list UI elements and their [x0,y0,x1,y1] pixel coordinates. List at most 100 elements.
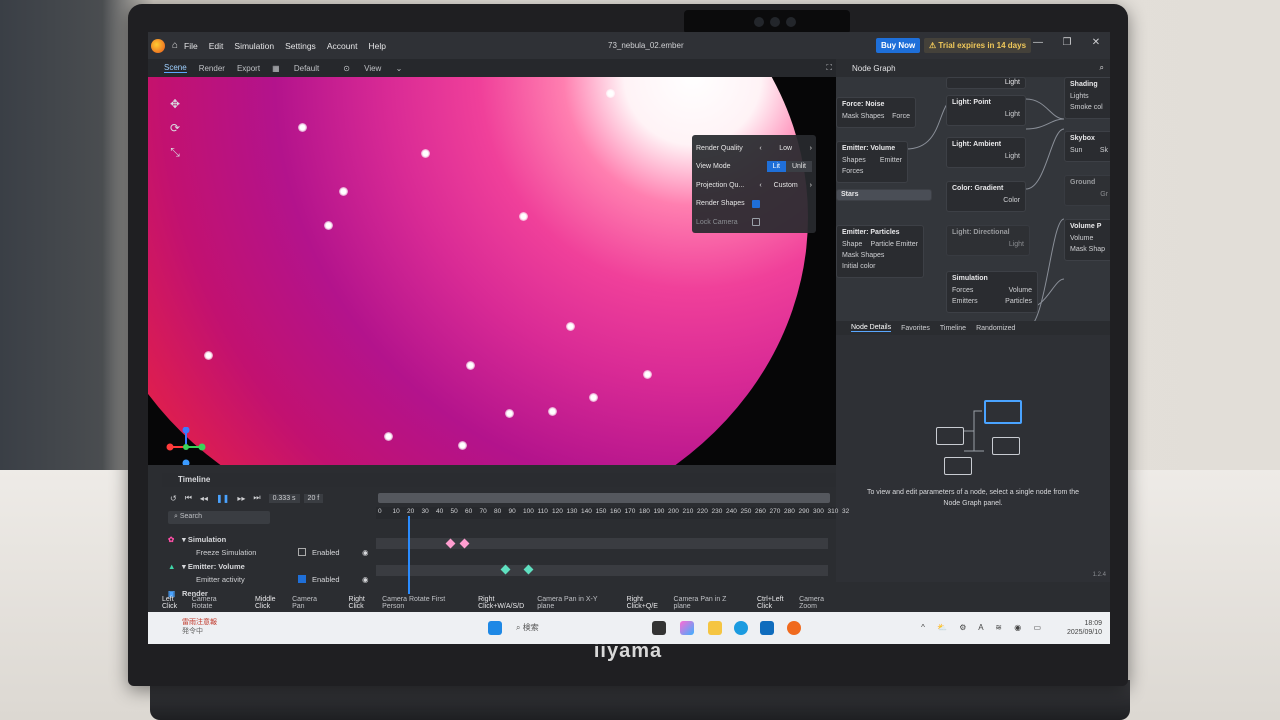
preset-dropdown[interactable]: ▦ Default [272,64,331,73]
node-port: Sk [1099,147,1108,154]
frame-field[interactable]: 20 f [303,493,324,503]
node-light-directional[interactable]: Light: Directional Light [946,225,1030,256]
eye-icon[interactable]: ◉ [362,548,369,557]
system-tray[interactable]: ^ ⛅ ⚙ A ≋ ◉ ▭ [921,623,1046,632]
node-port: Sun [1070,147,1083,154]
render-quality-stepper[interactable]: ‹ Low › [759,145,812,152]
file-explorer-icon[interactable] [708,621,722,635]
node-port: Mask Shapes [842,113,885,120]
node-color-gradient[interactable]: Color: Gradient Color [946,181,1026,212]
skip-back-icon[interactable]: ⏮ [185,493,192,503]
minimize-icon[interactable]: — [1030,37,1046,48]
view-dropdown[interactable]: ⊙ View ⌄ [343,64,414,73]
pause-icon[interactable]: ❚❚ [216,494,229,503]
node-graph-panel[interactable]: Node Graph ⌕ Force: Noise Mask Shapes For… [836,59,1110,321]
freeze-checkbox[interactable] [298,548,306,556]
loop-icon[interactable]: ↺ [170,494,177,503]
node-ground[interactable]: Ground Gr [1064,175,1110,206]
tab-favorites[interactable]: Favorites [901,325,930,332]
node-port: Shapes [842,157,866,164]
hint-key: Right Click+W/A/S/D [478,596,525,610]
ruler-tick: 30 [421,508,429,515]
tab-node-details[interactable]: Node Details [851,324,892,332]
view-mode-lit[interactable]: Lit [766,161,786,173]
tab-render[interactable]: Render [199,64,225,73]
copilot-icon[interactable] [680,621,694,635]
menu-settings[interactable]: Settings [285,41,316,51]
tab-export[interactable]: Export [237,64,260,73]
node-port: Light [1004,79,1020,86]
maximize-icon[interactable]: ❐ [1059,37,1075,48]
windows-start-icon[interactable] [488,621,502,635]
timeline-search[interactable]: ⌕ Search [168,511,270,524]
node-simulation[interactable]: Simulation Forces Volume Emitters Particle… [946,271,1038,313]
star-particle [519,212,528,221]
menu-file[interactable]: File [184,41,198,51]
render-shapes-checkbox[interactable] [752,199,760,208]
ruler-tick: 220 [697,508,708,515]
fullscreen-icon[interactable]: ⛶ [826,63,832,73]
star-particle [421,149,430,158]
ruler-tick: 32 [842,508,850,515]
keyframe-lane[interactable] [376,538,828,549]
buy-now-button[interactable]: Buy Now [876,38,921,53]
timeline-search-placeholder: Search [179,513,203,520]
playhead[interactable] [408,516,410,594]
step-back-icon[interactable]: ◂◂ [200,494,208,503]
timeline-scrubber[interactable] [378,493,830,503]
move-tool-icon[interactable]: ✥ [166,95,184,113]
time-field[interactable]: 0.333 s [268,493,300,503]
ruler-tick: 110 [537,508,548,515]
menu-edit[interactable]: Edit [209,41,224,51]
skip-forward-icon[interactable]: ⏭ [253,493,260,503]
clock[interactable]: 18:09 2025/09/10 [1067,619,1102,637]
ruler-tick: 290 [798,508,810,515]
node-port: Mask Shap [1070,246,1106,253]
clock-time: 18:09 [1084,620,1102,627]
keyframe-lane[interactable] [376,565,828,576]
weather-widget[interactable]: 雷雨注意報 発令中 [182,618,217,636]
home-icon[interactable]: ⌂ [172,40,178,51]
axis-gizmo[interactable] [166,427,206,465]
tab-randomized[interactable]: Randomized [976,325,1015,332]
node-port: Light [1004,111,1020,118]
tab-scene[interactable]: Scene [164,63,187,73]
chevron-right-icon[interactable]: › [810,182,812,189]
rotate-tool-icon[interactable]: ⟳ [166,119,184,137]
activity-checkbox[interactable] [298,575,306,583]
ember-app-icon[interactable] [787,621,801,635]
node-light-point[interactable]: Light: Point Light [946,95,1026,126]
node-light-ambient[interactable]: Light: Ambient Light [946,137,1026,168]
warning-icon: ⚠ [929,41,939,50]
node-port: Force [892,113,910,120]
render-quality-label: Render Quality [696,144,743,152]
timeline-ruler[interactable]: 0 10 20 30 40 50 60 70 80 90 100 110 120 130 140 150 160… [376,507,849,519]
projection-stepper[interactable]: ‹ Custom › [759,182,812,189]
node-emitter-particles[interactable]: Emitter: Particles Shape Particle Emitter… [836,225,924,278]
scale-tool-icon[interactable]: ⤡ [166,143,184,161]
taskview-icon[interactable] [652,621,666,635]
view-mode-unlit[interactable]: Unlit [785,161,812,173]
lock-camera-checkbox[interactable] [752,218,760,227]
menu-help[interactable]: Help [369,41,386,51]
edge-icon[interactable] [734,621,748,635]
3d-viewport[interactable]: ✥ ⟳ ⤡ Render Quality ‹ Low › View Mode Lit… [148,77,836,465]
step-forward-icon[interactable]: ▸▸ [237,494,245,503]
node-skybox[interactable]: Skybox Sun Sk [1064,131,1110,162]
node-emitter-volume[interactable]: Emitter: Volume Shapes Emitter Forces [836,141,908,183]
menu-simulation[interactable]: Simulation [234,41,274,51]
node-port: Particle Emitter [870,241,918,248]
eye-icon[interactable]: ◉ [362,575,369,584]
node-shading[interactable]: Shading Lights Smoke col [1064,77,1110,119]
tab-timeline[interactable]: Timeline [940,325,966,332]
ruler-tick: 50 [450,508,458,515]
node-light-top[interactable]: Light [946,77,1026,89]
node-group-stars[interactable]: Stars [836,189,932,201]
taskbar-search[interactable]: ⌕ 検索 [516,622,539,633]
outlook-icon[interactable] [760,621,774,635]
menu-account[interactable]: Account [327,41,358,51]
node-force-noise[interactable]: Force: Noise Mask Shapes Force [836,97,916,128]
node-volume-p[interactable]: Volume P Volume Mask Shap [1064,219,1110,261]
close-icon[interactable]: ✕ [1088,37,1104,48]
chevron-right-icon[interactable]: › [810,145,812,152]
